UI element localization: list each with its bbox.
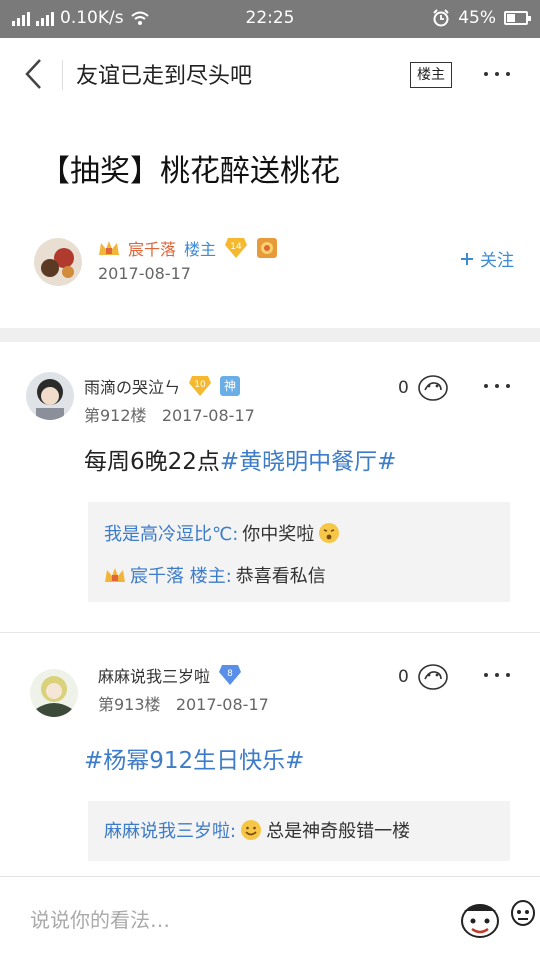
sub-reply[interactable]: 我是高冷逗比℃: 你中奖啦 xyxy=(104,520,340,546)
like-button[interactable]: 0 xyxy=(398,663,449,691)
more-button[interactable] xyxy=(484,72,510,76)
top-nav: 友谊已走到尽头吧 楼主 xyxy=(0,38,540,110)
sticker-icon xyxy=(511,900,535,926)
only-owner-button[interactable]: 楼主 xyxy=(410,62,452,88)
like-count: 0 xyxy=(398,667,409,687)
svg-text:14: 14 xyxy=(230,242,242,252)
topic-link[interactable]: #杨幂912生日快乐# xyxy=(84,748,304,774)
level-badge-icon: 14 xyxy=(225,238,248,258)
medal-icon xyxy=(257,238,278,258)
crown-icon xyxy=(99,241,119,255)
reply-date: 2017-08-17 xyxy=(175,695,269,714)
crown-icon xyxy=(105,568,125,582)
avatar[interactable] xyxy=(34,238,82,286)
floor-number: 第913楼 xyxy=(98,695,161,714)
post-title: 【抽奖】桃花醉送桃花 xyxy=(40,154,340,189)
topic-link[interactable]: #黄晓明中餐厅# xyxy=(220,449,397,475)
reply-item: 雨滴の哭泣ㄣ 10 神 第912楼 2017-08-17 0 每周6晚22点#黄… xyxy=(0,342,540,632)
sub-reply-text: 总是神奇般错一楼 xyxy=(266,821,411,842)
forum-title[interactable]: 友谊已走到尽头吧 xyxy=(76,58,252,90)
sub-reply-name[interactable]: 我是高冷逗比℃: xyxy=(104,520,238,546)
sub-reply-text: 你中奖啦 xyxy=(242,524,315,545)
floor-info: 第912楼 2017-08-17 xyxy=(84,402,255,426)
reply-more-button[interactable] xyxy=(484,673,510,677)
emoji-icon xyxy=(241,820,262,840)
level-badge-icon: 10 xyxy=(189,376,212,396)
post-author: 宸千落 楼主 14 2017-08-17 关注 xyxy=(34,236,514,296)
sub-reply-name[interactable]: 宸千落 楼主: xyxy=(130,562,232,588)
comment-input[interactable] xyxy=(30,903,430,937)
floor-info: 第913楼 2017-08-17 xyxy=(98,691,269,715)
like-hand-icon xyxy=(418,375,448,401)
battery-icon xyxy=(504,11,531,25)
follow-button[interactable]: 关注 xyxy=(460,246,514,271)
sub-replies[interactable]: 麻麻说我三岁啦: 总是神奇般错一楼 xyxy=(88,801,510,861)
plus-icon xyxy=(461,252,473,265)
emoji-icon xyxy=(461,904,499,938)
svg-text:10: 10 xyxy=(194,380,206,390)
author-name[interactable]: 宸千落 xyxy=(128,236,176,260)
reply-name-row: 雨滴の哭泣ㄣ 10 神 xyxy=(84,374,241,398)
author-name-row: 宸千落 楼主 14 xyxy=(98,236,278,260)
bottom-comment-bar xyxy=(0,876,540,960)
sub-replies[interactable]: 我是高冷逗比℃: 你中奖啦 宸千落 楼主: 恭喜看私信 xyxy=(88,502,510,602)
reply-name-row: 麻麻说我三岁啦 8 xyxy=(98,663,242,687)
owner-tag: 楼主 xyxy=(184,240,217,259)
reply-content: 每周6晚22点#黄晓明中餐厅# xyxy=(84,442,396,476)
emoji-icon xyxy=(319,523,340,543)
reply-more-button[interactable] xyxy=(484,384,510,388)
like-count: 0 xyxy=(398,378,409,398)
section-divider xyxy=(0,328,540,342)
reply-item: 麻麻说我三岁啦 8 第913楼 2017-08-17 0 #杨幂912生日快乐#… xyxy=(0,633,540,876)
post-date: 2017-08-17 xyxy=(98,264,191,283)
reply-username[interactable]: 麻麻说我三岁啦 xyxy=(98,663,210,687)
avatar[interactable] xyxy=(30,669,78,717)
reply-date: 2017-08-17 xyxy=(161,406,255,425)
extra-badge: 神 xyxy=(220,376,241,396)
content-text: 每周6晚22点 xyxy=(84,449,220,475)
sub-reply[interactable]: 麻麻说我三岁啦: 总是神奇般错一楼 xyxy=(104,817,410,843)
back-arrow-icon xyxy=(25,59,41,89)
like-hand-icon xyxy=(418,664,448,690)
battery-percent: 45% xyxy=(458,8,496,28)
like-button[interactable]: 0 xyxy=(398,374,449,402)
sub-reply-text: 恭喜看私信 xyxy=(235,566,326,587)
status-right: 45% xyxy=(432,8,531,28)
emoji-button[interactable] xyxy=(456,897,504,941)
floor-number: 第912楼 xyxy=(84,406,147,425)
back-button[interactable] xyxy=(24,56,52,92)
sub-reply-name[interactable]: 麻麻说我三岁啦: xyxy=(104,817,236,843)
sub-reply[interactable]: 宸千落 楼主: 恭喜看私信 xyxy=(104,562,326,588)
svg-text:8: 8 xyxy=(227,669,233,679)
level-badge-icon: 8 xyxy=(219,665,242,685)
header-divider xyxy=(62,60,63,90)
follow-label: 关注 xyxy=(480,251,514,271)
alarm-icon xyxy=(433,9,449,27)
avatar[interactable] xyxy=(26,372,74,420)
sticker-button[interactable] xyxy=(510,899,536,931)
status-bar: 0.10K/s 22:25 45% xyxy=(0,0,540,38)
reply-username[interactable]: 雨滴の哭泣ㄣ xyxy=(84,374,180,398)
reply-content: #杨幂912生日快乐# xyxy=(84,741,304,775)
